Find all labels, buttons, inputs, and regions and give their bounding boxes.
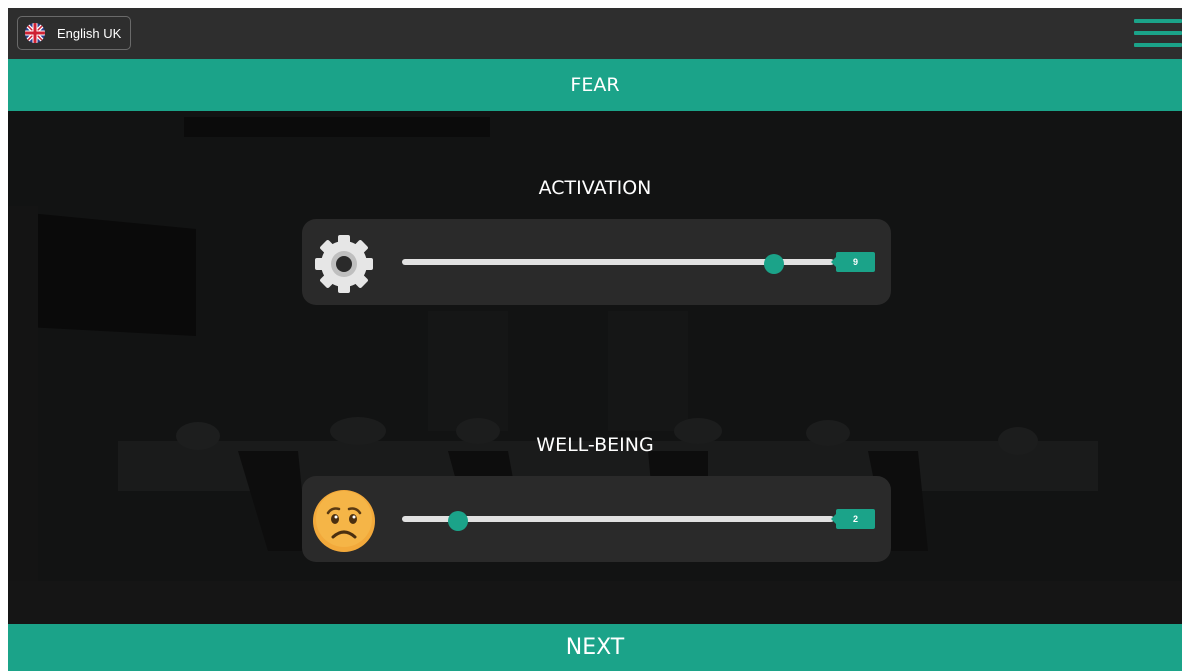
wellbeing-label: WELL-BEING [536, 434, 654, 456]
wellbeing-value-tag: 2 [831, 509, 875, 529]
activation-value-tag: 9 [831, 252, 875, 272]
activation-slider-thumb[interactable] [763, 254, 784, 274]
app-window: English UK FEAR ACTIVATION 9 WELL-BEING … [8, 8, 1182, 671]
page-title: FEAR [570, 74, 620, 96]
hamburger-menu-icon[interactable] [1134, 19, 1182, 47]
next-button[interactable]: NEXT [8, 624, 1182, 671]
activation-slider-card: 9 [302, 219, 891, 305]
activation-label: ACTIVATION [538, 177, 652, 199]
next-label: NEXT [565, 635, 625, 660]
sad-face-icon [313, 490, 375, 552]
language-selector-button[interactable]: English UK [17, 16, 132, 50]
activation-slider[interactable] [402, 254, 834, 274]
language-label: English UK [57, 25, 122, 41]
uk-flag-icon [25, 23, 45, 43]
wellbeing-slider-thumb[interactable] [448, 511, 469, 531]
top-bar: English UK [8, 8, 1182, 59]
wellbeing-slider-card: 2 [302, 476, 891, 562]
title-bar: FEAR [8, 59, 1182, 111]
gear-icon [315, 235, 373, 293]
wellbeing-slider[interactable] [402, 511, 834, 531]
